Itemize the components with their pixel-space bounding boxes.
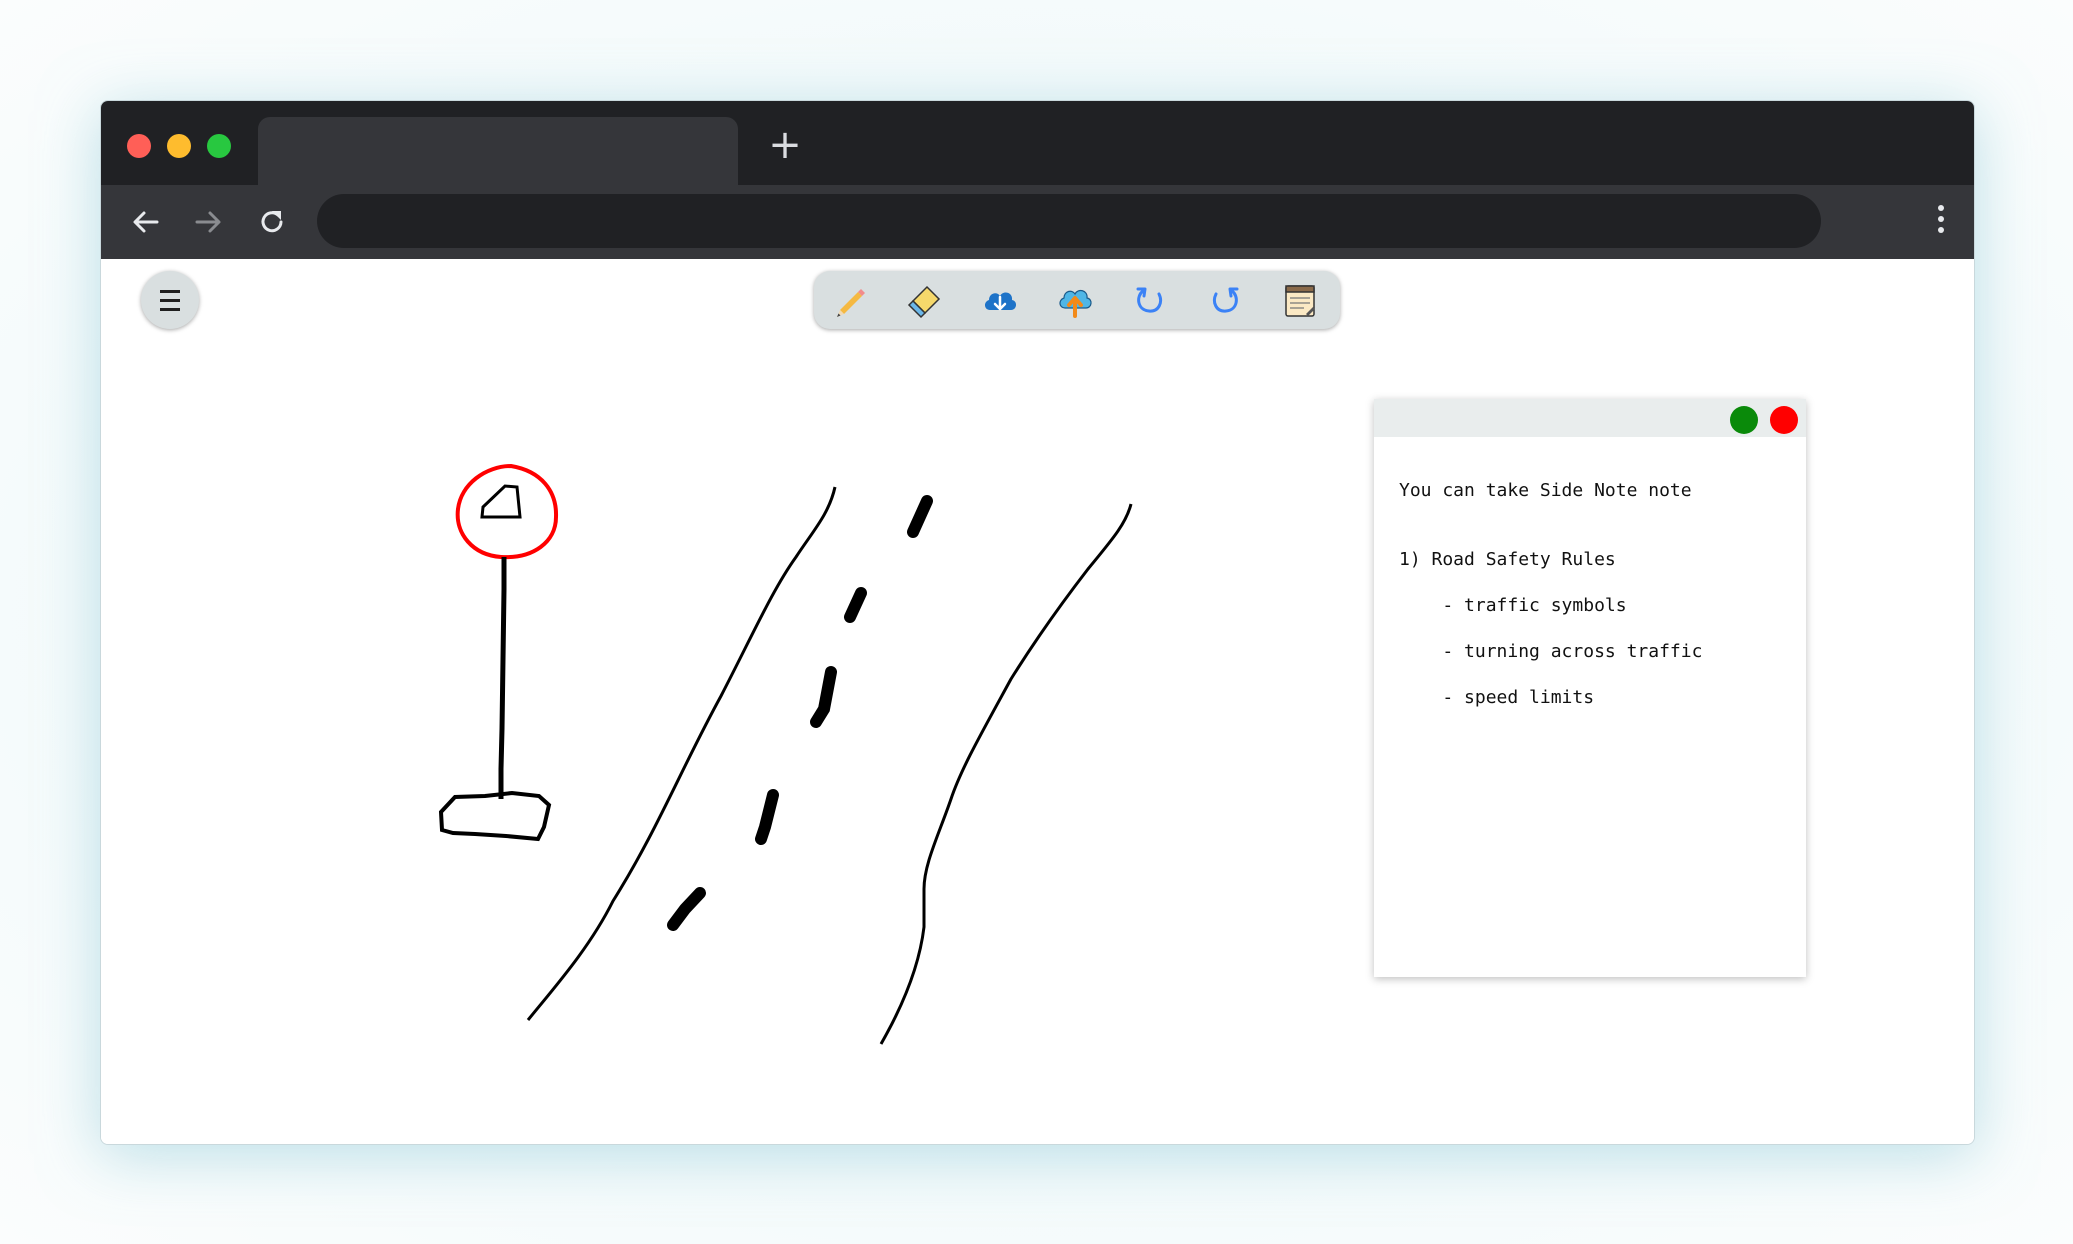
sign-circle-stroke — [455, 463, 559, 560]
side-note-close-button[interactable] — [1770, 406, 1798, 434]
road-dash-5 — [667, 887, 706, 931]
arrow-left-icon — [133, 211, 159, 233]
road-dash-2 — [844, 587, 867, 623]
minimize-window-button[interactable] — [167, 134, 191, 158]
road-dash-1 — [907, 495, 933, 538]
sign-base-stroke — [438, 790, 552, 842]
side-note-save-button[interactable] — [1730, 406, 1758, 434]
pencil-tool-button[interactable] — [830, 280, 870, 320]
close-window-button[interactable] — [127, 134, 151, 158]
sidenote-tool-button[interactable] — [1280, 280, 1320, 320]
side-note-line: You can take Side Note note — [1399, 480, 1692, 501]
cloud-upload-icon — [1059, 289, 1092, 318]
eraser-icon — [907, 285, 941, 319]
undo-tool-button[interactable] — [1130, 280, 1170, 320]
cloud-download-icon — [984, 292, 1017, 311]
undo-icon — [1136, 287, 1163, 313]
download-tool-button[interactable] — [980, 280, 1020, 320]
arrow-right-icon — [195, 211, 221, 233]
maximize-window-button[interactable] — [207, 134, 231, 158]
back-button[interactable] — [127, 203, 165, 241]
side-note-text-area[interactable]: You can take Side Note note 1) Road Safe… — [1374, 437, 1806, 732]
upload-tool-button[interactable] — [1055, 280, 1095, 320]
side-note-line: - speed limits — [1399, 687, 1595, 708]
pencil-icon — [837, 289, 865, 317]
menu-button[interactable] — [141, 271, 199, 329]
side-note-panel[interactable]: You can take Side Note note 1) Road Safe… — [1374, 399, 1806, 977]
title-bar: + — [101, 101, 1974, 185]
notepad-icon — [1285, 285, 1315, 317]
drawing-toolbar — [814, 271, 1340, 329]
hamburger-icon — [160, 287, 180, 314]
road-left-edge — [526, 486, 837, 1021]
road-dash-4 — [755, 789, 779, 845]
sign-pole-stroke — [498, 557, 507, 799]
browser-toolbar — [101, 185, 1974, 259]
side-note-header — [1374, 399, 1806, 437]
forward-button[interactable] — [189, 203, 227, 241]
road-dash-3 — [810, 666, 837, 728]
side-note-line: 1) Road Safety Rules — [1399, 549, 1616, 570]
reload-button[interactable] — [253, 203, 291, 241]
whiteboard-page: You can take Side Note note 1) Road Safe… — [101, 259, 1974, 1144]
redo-tool-button[interactable] — [1205, 280, 1245, 320]
address-bar[interactable] — [317, 194, 1821, 248]
eraser-tool-button[interactable] — [905, 280, 945, 320]
sign-symbol-stroke — [480, 484, 522, 519]
browser-menu-button[interactable] — [1936, 205, 1946, 239]
road-right-edge — [879, 503, 1133, 1045]
side-note-line: - traffic symbols — [1399, 595, 1627, 616]
new-tab-button[interactable]: + — [765, 125, 805, 165]
side-note-line: - turning across traffic — [1399, 641, 1703, 662]
redo-icon — [1212, 287, 1239, 313]
browser-tab[interactable] — [258, 117, 738, 185]
reload-icon — [261, 211, 283, 233]
browser-window: + You can take Side Note note 1) Road Sa… — [100, 100, 1975, 1145]
